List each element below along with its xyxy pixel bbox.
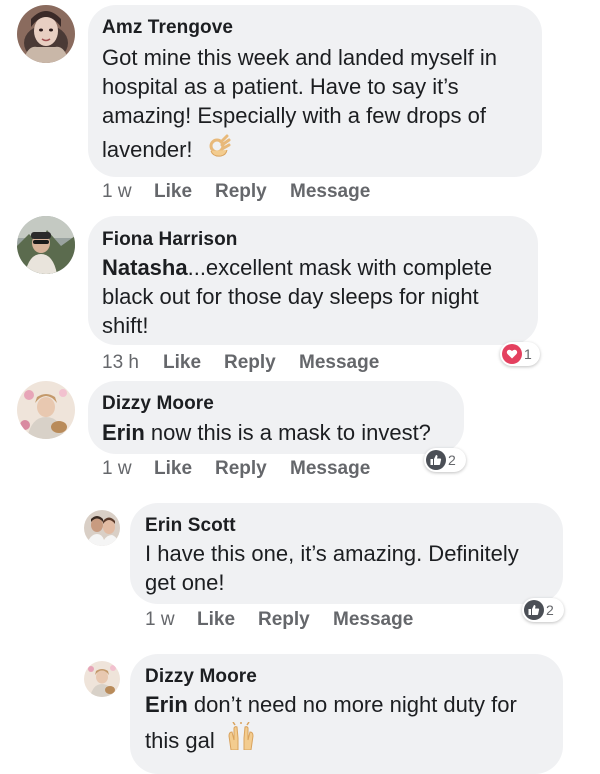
comment-text: don’t need no more night duty for <box>187 692 517 717</box>
comment-text-line: Erin don’t need no more night duty for <box>145 690 517 719</box>
mention-link[interactable]: Erin <box>145 692 188 717</box>
comment-text: this gal <box>145 728 215 753</box>
reply-dizzy-moore: Dizzy Moore Erin don’t need no more nigh… <box>0 0 600 774</box>
comment-text-line: this gal <box>145 720 257 757</box>
raised-hands-icon <box>225 720 257 757</box>
comment-author[interactable]: Dizzy Moore <box>145 666 257 688</box>
avatar[interactable] <box>84 661 120 697</box>
